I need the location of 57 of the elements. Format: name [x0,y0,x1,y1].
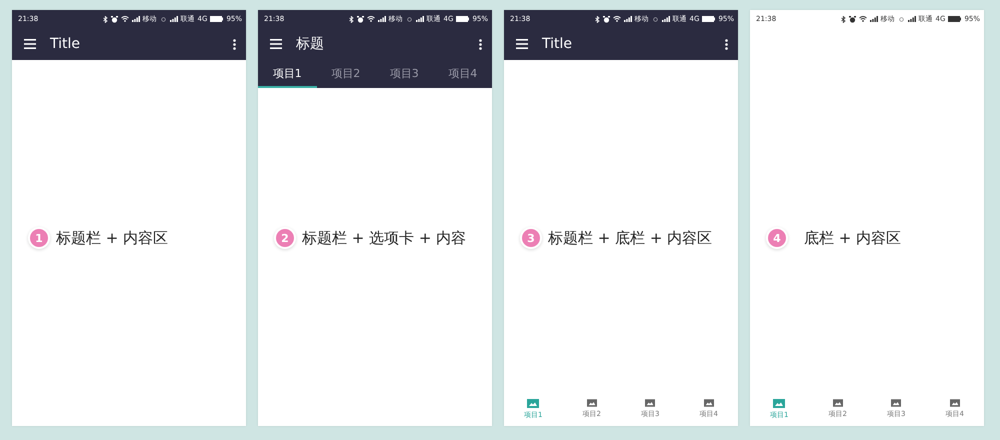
wifi-icon [858,16,867,22]
bluetooth-icon [594,16,600,22]
tab[interactable]: 项目2 [316,60,375,88]
brightness-icon [406,16,413,22]
image-icon [704,399,714,407]
bluetooth-icon [102,16,108,22]
image-icon [527,398,540,408]
tab[interactable]: 项目3 [375,60,434,88]
caption: 标题栏 + 选项卡 + 内容 [302,229,466,247]
alarm-icon [602,16,610,22]
app-title: Title [542,36,574,52]
signal-icon [416,16,424,22]
image-icon [832,399,843,407]
image-icon [586,399,597,407]
wifi-icon [612,16,621,22]
bluetooth-icon [348,16,354,22]
number-badge: 3 [522,229,540,247]
battery-icon [456,16,470,22]
signal-icon [662,16,670,22]
wifi-icon [120,16,129,22]
app-title: Title [50,36,82,52]
image-icon [773,398,786,408]
app-title: 标题 [296,35,325,53]
brightness-icon [652,16,659,22]
menu-icon[interactable] [516,39,528,49]
bluetooth-icon [840,16,846,22]
more-icon[interactable] [233,38,236,50]
battery-icon [210,16,224,22]
brightness-icon [160,16,167,22]
signal-icon [908,16,916,22]
alarm-icon [848,16,856,22]
battery-icon [948,16,962,22]
number-badge: 4 [768,229,786,247]
image-icon [891,399,902,407]
image-icon [950,399,960,407]
caption: 标题栏 + 底栏 + 内容区 [548,229,712,247]
brightness-icon [898,16,905,22]
tab[interactable]: 项目1 [258,60,316,88]
menu-icon[interactable] [270,39,282,49]
tab[interactable]: 项目4 [434,60,492,88]
number-badge: 2 [276,229,294,247]
battery-icon [702,16,716,22]
more-icon[interactable] [725,38,728,50]
caption: 底栏 + 内容区 [804,229,902,247]
image-icon [645,399,656,407]
signal-icon [378,16,386,22]
signal-icon [870,16,878,22]
alarm-icon [356,16,364,22]
wifi-icon [366,16,375,22]
menu-icon[interactable] [24,39,36,49]
alarm-icon [110,16,118,22]
number-badge: 1 [30,229,48,247]
more-icon[interactable] [479,38,482,50]
caption: 标题栏 + 内容区 [56,229,168,247]
signal-icon [170,16,178,22]
signal-icon [624,16,632,22]
signal-icon [132,16,140,22]
